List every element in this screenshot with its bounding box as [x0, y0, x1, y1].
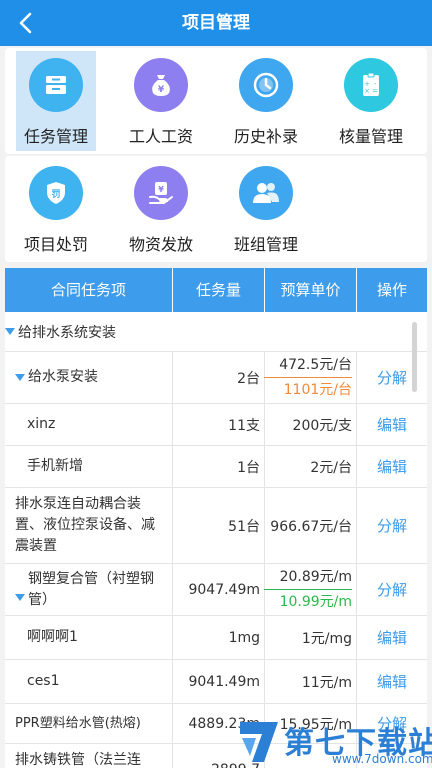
budget-price: 20.89元/m [279, 569, 352, 585]
task-name: PPR塑料给水管(热熔) [5, 704, 173, 743]
budget-price: 1元/mg [265, 616, 357, 659]
table-row: 手机新增 1台 2元/台 编辑 [5, 446, 427, 488]
menu-panel-1: 任务管理 ¥ 工人工资 历史补录 + - × = 核量管理 [5, 48, 427, 154]
menu-label: 物资发放 [128, 235, 193, 254]
task-name: ces1 [5, 660, 173, 703]
task-quantity: 51台 [173, 488, 265, 563]
shield-penalty-icon: 罚 [29, 166, 83, 220]
page-title: 项目管理 [182, 13, 250, 33]
edit-button[interactable]: 编辑 [357, 404, 427, 445]
edit-button[interactable]: 编辑 [357, 616, 427, 659]
task-name: 手机新增 [5, 446, 173, 487]
menu-label: 核量管理 [338, 127, 403, 146]
actual-price: 1101元/台 [283, 382, 352, 398]
money-bag-icon: ¥ [134, 58, 188, 112]
split-button[interactable]: 分解 [357, 488, 427, 563]
clipboard-calculator-icon: + - × = [344, 58, 398, 112]
header-budget-price[interactable]: 预算单价 [265, 268, 357, 312]
task-quantity: 2台 [173, 352, 265, 403]
budget-price: 472.5元/台 [279, 357, 352, 373]
header-task-item[interactable]: 合同任务项 [5, 268, 173, 312]
split-button[interactable]: 分解 [357, 564, 427, 615]
header-operation: 操作 [376, 281, 407, 299]
group-row[interactable]: 给排水系统安装 [5, 312, 427, 352]
task-table: 合同任务项 任务量 预算单价 操作 给排水系统安装 给水泵安装 2台 472.5… [5, 268, 427, 768]
table-row: xinz 11支 200元/支 编辑 [5, 404, 427, 446]
table-scrollbar[interactable] [412, 322, 417, 392]
task-name: 给水泵安装 [28, 369, 98, 385]
budget-price: 966.67元/台 [265, 488, 357, 563]
archive-box-icon [29, 58, 83, 112]
menu-label: 班组管理 [233, 235, 298, 254]
svg-text:¥: ¥ [158, 185, 164, 194]
table-row: 给水泵安装 2台 472.5元/台 1101元/台 分解 [5, 352, 427, 404]
actual-price: 10.99元/m [279, 594, 352, 610]
table-row: ces1 9041.49m 11元/m 编辑 [5, 660, 427, 704]
svg-text:×: × [364, 87, 370, 95]
budget-price: 200元/支 [265, 404, 357, 445]
budget-price: 11元/m [265, 660, 357, 703]
expand-triangle-icon[interactable] [15, 374, 25, 381]
edit-button[interactable]: 编辑 [357, 660, 427, 703]
menu-project-penalty[interactable]: 罚 项目处罚 [16, 159, 96, 259]
menu-label: 历史补录 [233, 127, 298, 146]
expand-triangle-icon[interactable] [15, 594, 25, 601]
group-people-icon [239, 166, 293, 220]
table-header: 合同任务项 任务量 预算单价 操作 [5, 268, 427, 312]
menu-worker-wages[interactable]: ¥ 工人工资 [121, 51, 201, 151]
menu-material-distribution[interactable]: ¥ 物资发放 [121, 159, 201, 259]
header-quantity[interactable]: 任务量 [173, 268, 265, 312]
group-name: 给排水系统安装 [18, 324, 116, 341]
menu-quantity-check[interactable]: + - × = 核量管理 [331, 51, 411, 151]
menu-history-record[interactable]: 历史补录 [226, 51, 306, 151]
task-quantity: 11支 [173, 404, 265, 445]
clock-icon [239, 58, 293, 112]
hand-coin-icon: ¥ [134, 166, 188, 220]
task-name: 排水泵连自动耦合装置、液位控泵设备、减震装置 [5, 488, 173, 563]
svg-text:=: = [372, 87, 378, 95]
task-name: 排水铸铁管（法兰连 [5, 744, 173, 768]
watermark-seven-icon [240, 722, 278, 762]
task-name: 钢塑复合管（衬塑钢管） [28, 570, 154, 608]
table-row: 啊啊啊1 1mg 1元/mg 编辑 [5, 616, 427, 660]
menu-team-management[interactable]: 班组管理 [226, 159, 306, 259]
expand-triangle-icon[interactable] [5, 328, 15, 335]
task-quantity: 1台 [173, 446, 265, 487]
svg-text:罚: 罚 [51, 189, 60, 200]
task-quantity: 9047.49m [173, 564, 265, 615]
budget-price: 2元/台 [265, 446, 357, 487]
task-quantity: 9041.49m [173, 660, 265, 703]
app-screen: 项目管理 任务管理 ¥ 工人工资 历史补录 + - × = 核量管理 罚 项目处… [0, 0, 432, 768]
task-name: xinz [5, 404, 173, 445]
watermark-url: www.7down.com [332, 752, 432, 766]
table-row: 钢塑复合管（衬塑钢管） 9047.49m 20.89元/m 10.99元/m 分… [5, 564, 427, 616]
menu-label: 项目处罚 [23, 235, 88, 254]
menu-task-management[interactable]: 任务管理 [16, 51, 96, 151]
table-row: 排水泵连自动耦合装置、液位控泵设备、减震装置 51台 966.67元/台 分解 [5, 488, 427, 564]
top-bar: 项目管理 [0, 0, 432, 46]
price-divider [264, 589, 352, 590]
price-divider [264, 377, 352, 378]
task-name: 啊啊啊1 [5, 616, 173, 659]
svg-text:¥: ¥ [158, 85, 165, 95]
menu-panel-2: 罚 项目处罚 ¥ 物资发放 班组管理 [5, 156, 427, 262]
menu-label: 工人工资 [128, 127, 193, 146]
task-quantity: 1mg [173, 616, 265, 659]
menu-label: 任务管理 [23, 127, 88, 146]
edit-button[interactable]: 编辑 [357, 446, 427, 487]
watermark-logo: 第七下载站 www.7down.com [236, 712, 432, 768]
